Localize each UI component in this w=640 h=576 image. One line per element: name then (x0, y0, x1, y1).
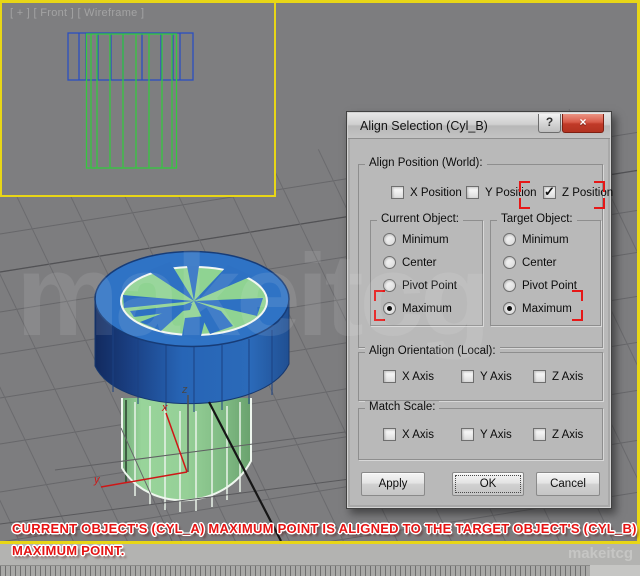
checkbox-box[interactable] (461, 428, 474, 441)
checkbox-x-position[interactable]: X Position (391, 186, 462, 199)
radio-dot[interactable] (383, 302, 396, 315)
align-position-group: Align Position (World): X Position Y Pos… (358, 157, 613, 348)
viewport-border-top (0, 0, 640, 3)
checkbox-box[interactable] (383, 370, 396, 383)
axis-x-label: x (161, 402, 168, 414)
match-scale-group: Match Scale: X Axis Y Axis Z Axis (358, 401, 603, 460)
checkbox-orient-z-axis[interactable]: Z Axis (533, 370, 583, 383)
target-object-label: Target Object: (497, 213, 577, 225)
radio-dot[interactable] (503, 256, 516, 269)
radio-dot[interactable] (383, 233, 396, 246)
timeline-trackbar[interactable] (0, 565, 640, 576)
radio-dot[interactable] (503, 233, 516, 246)
caption-line-2: MAXIMUM POINT. (12, 543, 125, 558)
max-viewport-stage: x y z [ + ] [ Front ] [ Wireframe ] Alig… (0, 0, 640, 576)
align-orientation-group: Align Orientation (Local): X Axis Y Axis… (358, 345, 603, 401)
radio-target-maximum[interactable]: Maximum (503, 302, 572, 315)
checkbox-box[interactable] (461, 370, 474, 383)
caption-line-1: CURRENT OBJECT'S (CYL_A) MAXIMUM POINT I… (12, 521, 637, 536)
help-button[interactable]: ? (538, 114, 561, 133)
radio-current-maximum[interactable]: Maximum (383, 302, 452, 315)
checkbox-z-position[interactable]: ✓ Z Position (543, 184, 613, 199)
checkbox-box[interactable]: ✓ (543, 184, 556, 199)
current-object-group: Current Object: Minimum Center Pivot Poi… (370, 213, 483, 326)
apply-button[interactable]: Apply (361, 472, 425, 496)
radio-dot[interactable] (503, 302, 516, 315)
checkbox-scale-y-axis[interactable]: Y Axis (461, 428, 512, 441)
ok-button[interactable]: OK (452, 472, 524, 496)
radio-current-center[interactable]: Center (383, 256, 437, 269)
match-scale-label: Match Scale: (365, 401, 440, 413)
checkbox-orient-x-axis[interactable]: X Axis (383, 370, 434, 383)
radio-current-minimum[interactable]: Minimum (383, 233, 449, 246)
front-viewport-label[interactable]: [ + ] [ Front ] [ Wireframe ] (10, 7, 144, 19)
radio-target-pivot-point[interactable]: Pivot Point (503, 279, 577, 292)
checkbox-box[interactable] (383, 428, 396, 441)
dialog-title-bar[interactable]: Align Selection (Cyl_B) ? × (348, 113, 610, 139)
align-selection-dialog: Align Selection (Cyl_B) ? × Align Positi… (346, 111, 613, 509)
checkbox-box[interactable] (533, 370, 546, 383)
align-orientation-label: Align Orientation (Local): (365, 345, 500, 357)
statusbar-watermark: makeitcg (567, 545, 633, 562)
close-button[interactable]: × (562, 114, 604, 133)
align-position-label: Align Position (World): (365, 157, 487, 169)
cylinder-b-blue[interactable] (94, 250, 290, 413)
checkbox-orient-y-axis[interactable]: Y Axis (461, 370, 512, 383)
front-wireframe (67, 32, 194, 169)
checkbox-scale-x-axis[interactable]: X Axis (383, 428, 434, 441)
checkbox-box[interactable] (533, 428, 546, 441)
timeline-inactive-segment (590, 565, 640, 576)
radio-target-minimum[interactable]: Minimum (503, 233, 569, 246)
checkmark: ✓ (544, 184, 555, 199)
checkbox-box[interactable] (466, 186, 479, 199)
radio-target-center[interactable]: Center (503, 256, 557, 269)
radio-dot[interactable] (383, 256, 396, 269)
radio-dot[interactable] (383, 279, 396, 292)
radio-dot[interactable] (503, 279, 516, 292)
front-viewport[interactable]: [ + ] [ Front ] [ Wireframe ] (0, 0, 276, 197)
current-object-label: Current Object: (377, 213, 463, 225)
checkbox-box[interactable] (391, 186, 404, 199)
axis-z-label: z (181, 384, 188, 396)
cancel-button[interactable]: Cancel (536, 472, 600, 496)
dialog-title: Align Selection (Cyl_B) (360, 119, 488, 133)
checkbox-y-position[interactable]: Y Position (466, 186, 537, 199)
checkbox-scale-z-axis[interactable]: Z Axis (533, 428, 583, 441)
target-object-group: Target Object: Minimum Center Pivot Poin… (490, 213, 601, 326)
radio-current-pivot-point[interactable]: Pivot Point (383, 279, 457, 292)
wire-cylinder-a (85, 33, 178, 169)
cylinder-a-green[interactable] (121, 398, 252, 512)
